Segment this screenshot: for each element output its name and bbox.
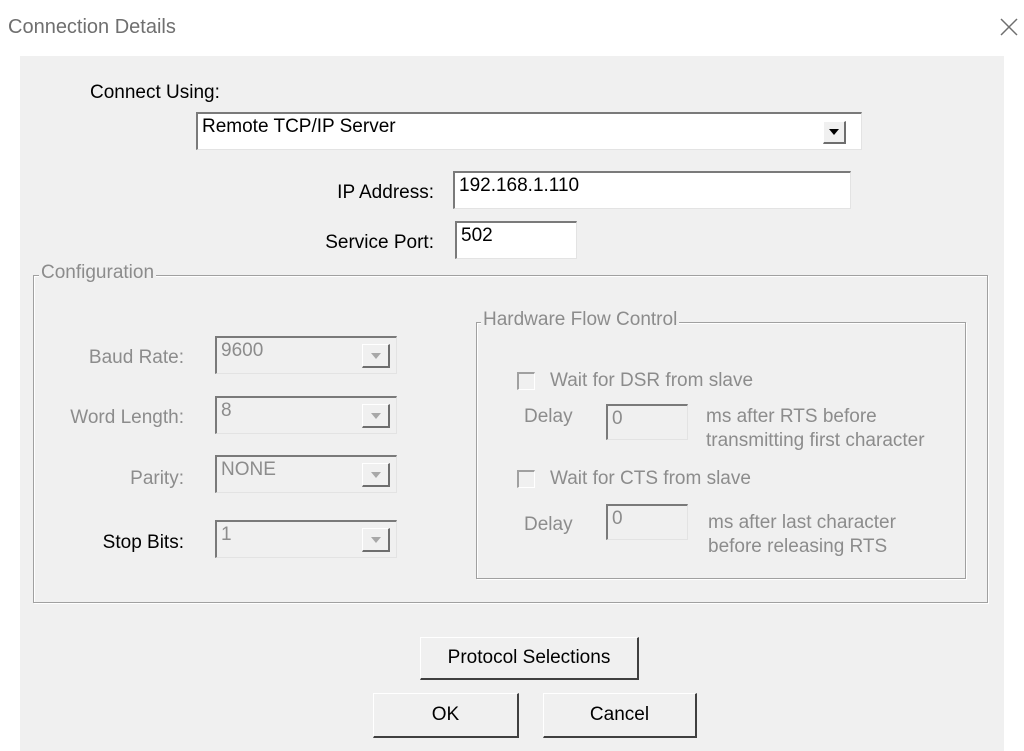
baud-rate-label: Baud Rate: <box>88 347 184 368</box>
chevron-down-icon <box>370 471 381 478</box>
service-port-label: Service Port: <box>325 232 434 253</box>
cts-label: Wait for CTS from slave <box>550 468 751 489</box>
word-length-label: Word Length: <box>70 407 184 428</box>
chevron-down-icon <box>370 412 381 419</box>
parity-dropdown-button[interactable] <box>362 463 390 487</box>
dsr-note-line1: ms after RTS before <box>706 406 877 427</box>
cts-note-line2: before releasing RTS <box>708 536 888 557</box>
chevron-down-icon <box>370 536 381 543</box>
chevron-down-icon <box>370 352 381 359</box>
baud-rate-dropdown-button[interactable] <box>362 344 390 368</box>
cts-delay-input[interactable]: 0 <box>606 504 688 540</box>
connect-using-select[interactable]: Remote TCP/IP Server <box>196 112 862 150</box>
cts-delay-label: Delay <box>524 514 573 535</box>
ip-address-input[interactable]: 192.168.1.110 <box>453 171 851 209</box>
configuration-legend: Configuration <box>39 262 157 284</box>
parity-label: Parity: <box>130 468 184 489</box>
dsr-note-line2: transmitting first character <box>706 430 925 451</box>
ip-address-value: 192.168.1.110 <box>459 175 580 196</box>
window-title: Connection Details <box>8 16 176 38</box>
ip-address-label: IP Address: <box>337 182 434 203</box>
stop-bits-value: 1 <box>221 524 232 545</box>
stop-bits-dropdown-button[interactable] <box>362 528 390 552</box>
service-port-value: 502 <box>461 225 493 246</box>
cts-checkbox[interactable] <box>517 470 535 488</box>
cancel-button[interactable]: Cancel <box>543 693 697 738</box>
dsr-delay-label: Delay <box>524 406 573 427</box>
connect-using-value: Remote TCP/IP Server <box>202 116 396 137</box>
dsr-delay-value: 0 <box>612 408 623 429</box>
dsr-label: Wait for DSR from slave <box>550 370 754 391</box>
baud-rate-value: 9600 <box>221 340 264 361</box>
service-port-input[interactable]: 502 <box>455 221 577 259</box>
dsr-delay-input[interactable]: 0 <box>606 404 688 440</box>
close-icon[interactable] <box>998 16 1020 38</box>
connect-using-dropdown-button[interactable] <box>823 121 846 144</box>
word-length-value: 8 <box>221 400 232 421</box>
chevron-down-icon <box>829 129 839 135</box>
title-bar: Connection Details <box>0 0 1024 56</box>
ok-button[interactable]: OK <box>373 693 519 738</box>
parity-value: NONE <box>221 459 276 480</box>
stop-bits-label: Stop Bits: <box>102 532 184 553</box>
cts-delay-value: 0 <box>612 508 623 529</box>
protocol-selections-button[interactable]: Protocol Selections <box>420 637 639 680</box>
connect-using-label: Connect Using: <box>90 82 220 103</box>
dsr-checkbox[interactable] <box>517 372 535 390</box>
dialog-body: Connect Using: Remote TCP/IP Server IP A… <box>20 56 1004 751</box>
hardware-flow-legend: Hardware Flow Control <box>481 309 680 331</box>
cts-note-line1: ms after last character <box>708 512 896 533</box>
word-length-dropdown-button[interactable] <box>362 404 390 428</box>
